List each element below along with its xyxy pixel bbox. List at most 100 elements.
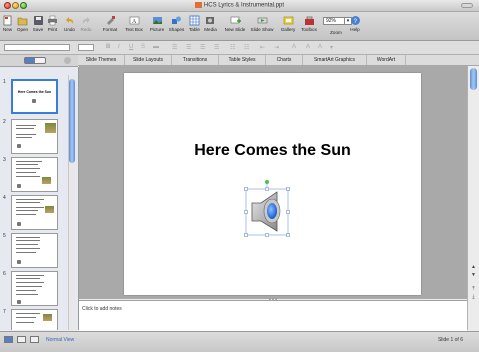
shapes-button[interactable]: Shapes <box>168 15 185 32</box>
next-slide-icon[interactable]: ⤓ <box>470 294 477 300</box>
align-center-icon[interactable]: ☰ <box>186 44 191 51</box>
slide-number: 5 <box>3 233 6 239</box>
print-button[interactable]: Print <box>46 15 59 32</box>
italic-icon[interactable]: I <box>118 44 120 50</box>
underline-icon[interactable]: U <box>129 44 133 50</box>
notes-placeholder[interactable]: Click to add notes <box>82 306 122 312</box>
text-line <box>16 125 36 126</box>
picture-button[interactable]: Picture <box>147 15 167 32</box>
new-button-label: New <box>2 27 13 32</box>
scrollbar-thumb[interactable] <box>470 68 477 90</box>
format-button[interactable]: Format <box>100 15 120 32</box>
numbering-icon[interactable]: ☷ <box>244 44 249 51</box>
help-button-label: Help <box>350 27 360 32</box>
text-line <box>16 286 42 287</box>
thumbnail-scrollbar[interactable] <box>68 75 75 330</box>
slide-number: 4 <box>3 195 6 201</box>
slide-show-icon <box>257 17 267 24</box>
text-line <box>16 214 36 215</box>
align-right-icon[interactable]: ☰ <box>200 44 205 51</box>
text-line <box>16 199 44 200</box>
help-button[interactable]: ? Help <box>346 15 364 32</box>
font-size-field[interactable] <box>78 44 94 51</box>
tab-slide-layouts[interactable]: Slide Layouts <box>125 55 172 65</box>
slide-show-view-button[interactable] <box>30 336 39 343</box>
slide-thumbnail-preview[interactable] <box>11 233 58 268</box>
text-line <box>16 294 38 295</box>
slide-show-button[interactable]: Slide Show <box>249 15 275 32</box>
text-line <box>16 137 32 138</box>
title-bar: HCS Lyrics & Instrumental.ppt <box>0 0 479 12</box>
font-name-field[interactable] <box>4 44 70 51</box>
tab-transitions[interactable]: Transitions <box>172 55 219 65</box>
text-line <box>16 210 38 211</box>
scrollbar-thumb[interactable] <box>69 79 75 163</box>
tab-table-styles[interactable]: Table Styles <box>219 55 266 65</box>
toolbox-button[interactable]: Toolbox <box>298 15 320 32</box>
sidebar-view-toggle[interactable] <box>24 57 46 64</box>
scroll-up-arrow-icon[interactable]: ▲ <box>470 264 477 270</box>
toolbox-icon <box>304 16 314 25</box>
new-button[interactable]: New <box>2 15 13 32</box>
zoom-field[interactable]: 92% <box>323 17 345 25</box>
tab-slide-themes[interactable]: Slide Themes <box>78 55 125 65</box>
slide-thumbnail-preview[interactable] <box>11 195 58 230</box>
slide-thumbnail-preview[interactable]: Here Comes the Sun <box>11 79 58 114</box>
text-color-icon[interactable]: A <box>292 44 296 50</box>
slide-thumbnail-preview[interactable] <box>11 119 58 154</box>
slide-thumbnail-preview[interactable] <box>11 271 58 306</box>
text-box-button[interactable]: A Text Box <box>122 15 146 32</box>
tab-smartart-graphics[interactable]: SmartArt Graphics <box>303 55 367 65</box>
increase-indent-icon[interactable]: ⇥ <box>274 44 279 51</box>
strikethrough-icon[interactable]: S <box>141 44 145 50</box>
media-button[interactable]: Media <box>203 15 218 32</box>
slides-view-segment[interactable] <box>25 58 35 63</box>
grow-font-icon[interactable]: A <box>306 44 310 50</box>
slide-title[interactable]: Here Comes the Sun <box>124 142 421 160</box>
close-sidebar-button[interactable] <box>64 57 71 64</box>
slide-thumbnail-preview[interactable] <box>11 157 58 192</box>
format-icon <box>106 16 115 25</box>
tab-charts[interactable]: Charts <box>266 55 303 65</box>
zoom-label-text: Zoom <box>330 30 342 35</box>
justify-icon[interactable]: ☰ <box>214 44 219 51</box>
gallery-button[interactable]: Gallery <box>278 15 298 32</box>
bold-icon[interactable]: B <box>106 44 110 50</box>
more-options-icon[interactable]: ▾ <box>330 44 333 51</box>
format-button-label: Format <box>102 27 118 32</box>
speaker-icon[interactable] <box>243 179 291 239</box>
save-button-label: Save <box>32 27 44 32</box>
open-button[interactable]: Open <box>16 15 29 32</box>
redo-button[interactable]: Redo <box>79 15 93 32</box>
shrink-font-icon[interactable]: A <box>318 44 322 50</box>
save-icon <box>33 16 43 25</box>
tab-wordart[interactable]: WordArt <box>367 55 406 65</box>
slide-editor: Here Comes the Sun <box>79 66 467 299</box>
text-box-icon: A <box>129 16 139 25</box>
new-slide-button[interactable]: New Slide <box>222 15 248 32</box>
toolbox-button-label: Toolbox <box>301 27 317 32</box>
bullets-icon[interactable]: ☷ <box>230 44 235 51</box>
slide-show-button-label: Slide Show <box>250 27 274 32</box>
undo-button[interactable]: Undo <box>62 15 77 32</box>
slide-canvas[interactable]: Here Comes the Sun <box>124 73 421 295</box>
decrease-indent-icon[interactable]: ⇤ <box>260 44 265 51</box>
notes-pane[interactable]: Click to add notes <box>79 300 467 331</box>
slide-thumbnail-pane: 1 Here Comes the Sun 2 3 4 5 6 7 <box>0 67 79 330</box>
text-line <box>16 275 44 276</box>
editor-scrollbar[interactable]: ▲ ▼ ⤒ ⤓ <box>467 66 479 330</box>
align-left-icon[interactable]: ☰ <box>172 44 177 51</box>
previous-slide-icon[interactable]: ⤒ <box>470 286 477 292</box>
highlight-icon[interactable]: ▬ <box>153 44 159 50</box>
slide-sorter-view-button[interactable] <box>17 336 26 343</box>
table-button[interactable]: Table <box>187 15 202 32</box>
save-button[interactable]: Save <box>32 15 44 32</box>
table-button-label: Table <box>189 27 200 32</box>
slide-thumbnail-preview[interactable] <box>11 309 58 330</box>
toolbar-toggle-button[interactable] <box>461 3 473 8</box>
scroll-down-arrow-icon[interactable]: ▼ <box>470 272 477 278</box>
speaker-icon <box>17 184 21 188</box>
text-line <box>16 207 44 208</box>
normal-view-button[interactable] <box>4 336 13 343</box>
text-line <box>16 282 44 283</box>
